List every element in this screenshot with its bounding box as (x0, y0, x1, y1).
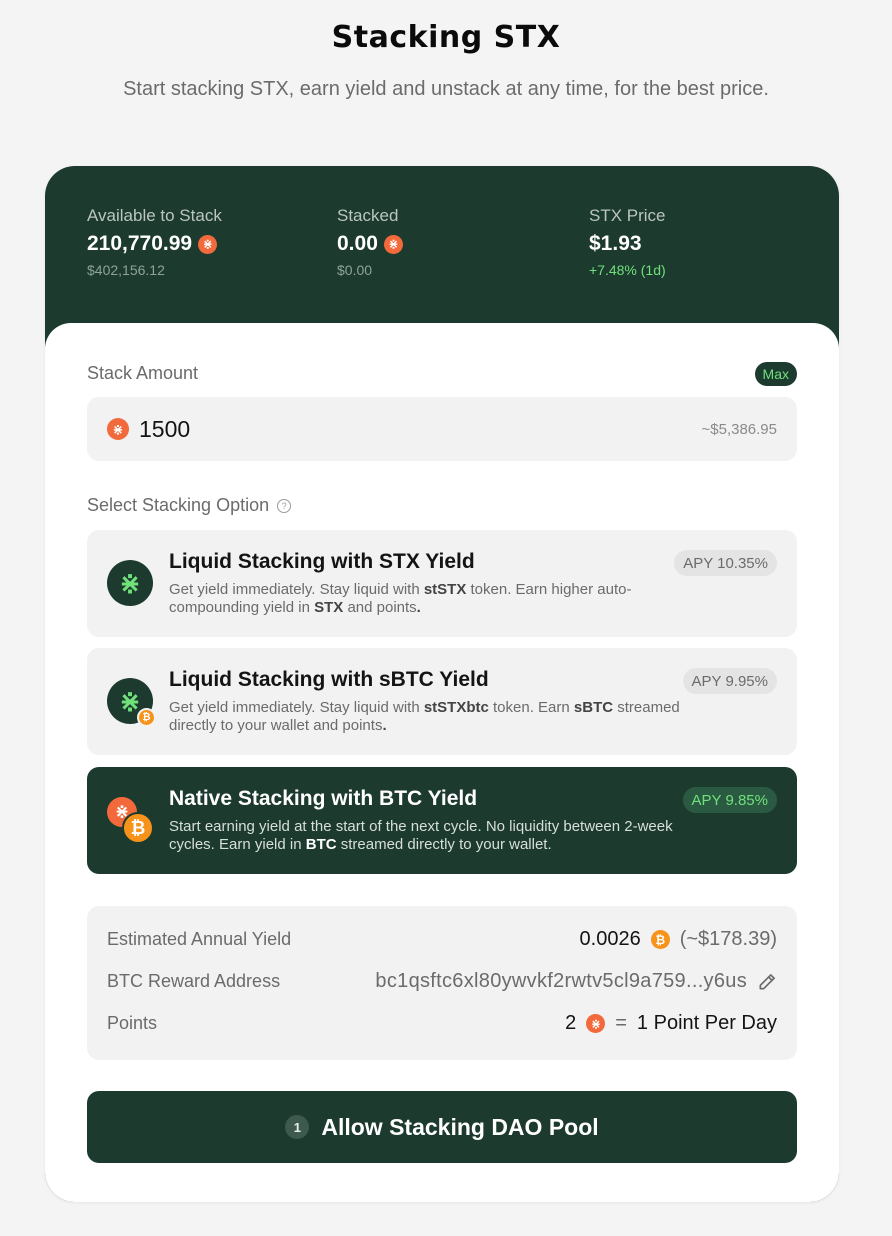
desc-bold: BTC (305, 836, 337, 853)
stat-price: STX Price $1.93 +7.48% (1d) (589, 206, 666, 278)
apy-badge: APY 9.85% (682, 787, 777, 813)
ststxbtc-token-icon: ⋇ ₿ (107, 678, 156, 727)
points-equals: = (615, 1012, 627, 1034)
desc-text: streamed directly to your wallet. (336, 836, 552, 853)
stack-amount-label-text: Stack Amount (87, 363, 199, 383)
stx-price: $1.93 (589, 232, 642, 255)
annual-yield-row: Estimated Annual Yield 0.0026 ₿ (~$178.3… (107, 928, 777, 951)
stacking-summary: Estimated Annual Yield 0.0026 ₿ (~$178.3… (87, 906, 797, 1060)
annual-yield-label: Estimated Annual Yield (107, 929, 292, 949)
desc-text: Get yield immediately. Stay liquid with (169, 699, 424, 716)
allow-stacking-button[interactable]: 1 Allow Stacking DAO Pool (87, 1091, 797, 1163)
points-rate: 1 Point Per Day (636, 1012, 777, 1034)
option-liquid-sbtc[interactable]: ⋇ ₿ Liquid Stacking with sBTC Yield APY … (87, 648, 797, 755)
stack-form: Stack Amount Max ⋇ 1500 ~$5,386.95 Selec… (45, 323, 839, 1202)
allow-stacking-label: Allow Stacking DAO Pool (321, 1113, 599, 1140)
points-value: 2 ⋇ = 1 Point Per Day (565, 1012, 777, 1035)
reward-address-value: bc1qsftc6xl80ywvkf2rwtv5cl9a759...y6us (375, 970, 777, 993)
stack-amount-input[interactable]: ⋇ 1500 ~$5,386.95 (87, 397, 797, 461)
points-amount: 2 (565, 1012, 577, 1034)
stacking-option-label-text: Select Stacking Option (87, 495, 270, 515)
amount-value[interactable]: 1500 (139, 416, 702, 443)
stat-usd: $0.00 (337, 262, 373, 278)
page-subtitle: Start stacking STX, earn yield and unsta… (123, 78, 769, 100)
points-row: Points 2 ⋇ = 1 Point Per Day (107, 1012, 777, 1035)
annual-yield-value: 0.0026 ₿ (~$178.39) (580, 928, 777, 951)
desc-bold: stSTXbtc (423, 699, 489, 716)
stat-label: STX Price (589, 206, 666, 225)
stacking-option-label: Select Stacking Option ? (87, 495, 292, 516)
btc-badge-icon: ₿ (137, 708, 156, 727)
max-button[interactable]: Max (754, 362, 797, 386)
stat-available: Available to Stack 210,770.99 ⋇ $402,156… (87, 206, 222, 278)
stack-amount-label: Stack Amount (87, 363, 198, 384)
stx-coin-icon: ⋇ (586, 1014, 606, 1033)
reward-address-label: BTC Reward Address (107, 971, 281, 991)
option-description: Start earning yield at the start of the … (169, 818, 689, 854)
amount-usd: ~$5,386.95 (701, 420, 778, 438)
stat-usd: $402,156.12 (87, 262, 165, 278)
stx-coin-icon: ⋇ (383, 234, 403, 254)
desc-bold: STX (314, 599, 344, 616)
desc-text: token. Earn (488, 699, 574, 716)
reward-address-row: BTC Reward Address bc1qsftc6xl80ywvkf2rw… (107, 970, 777, 993)
option-title: Liquid Stacking with sBTC Yield (169, 668, 489, 691)
desc-text: Get yield immediately. Stay liquid with (169, 581, 424, 598)
apy-badge: APY 9.95% (682, 668, 777, 694)
stat-value: $1.93 (589, 232, 666, 256)
desc-bold: sBTC (573, 699, 614, 716)
points-label: Points (107, 1013, 158, 1033)
desc-bold: stSTX (423, 581, 467, 598)
page-title: Stacking STX (331, 20, 561, 55)
stat-value: 210,770.99 ⋇ (87, 232, 222, 256)
stx-coin-icon: ⋇ (198, 234, 218, 254)
pencil-icon[interactable] (757, 972, 777, 992)
reward-address-text: bc1qsftc6xl80ywvkf2rwtv5cl9a759...y6us (375, 970, 747, 992)
option-native-btc[interactable]: ⋇ ₿ Native Stacking with BTC Yield APY 9… (87, 767, 797, 874)
stat-value: 0.00 ⋇ (337, 232, 403, 256)
stx-coin-icon: ⋇ (107, 418, 129, 440)
stx-token-icon: ⋇ (107, 560, 153, 606)
desc-text: and points (343, 599, 417, 616)
apy-badge: APY 10.35% (674, 550, 777, 576)
btc-coin-icon: ₿ (650, 930, 670, 949)
option-liquid-stx[interactable]: ⋇ Liquid Stacking with STX Yield APY 10.… (87, 530, 797, 637)
step-number-badge: 1 (285, 1115, 310, 1139)
annual-yield-amount: 0.0026 (579, 928, 641, 950)
help-icon[interactable]: ? (277, 498, 292, 513)
available-amount: 210,770.99 (87, 232, 193, 255)
stat-stacked: Stacked 0.00 ⋇ $0.00 (337, 206, 403, 278)
native-stacking-icon: ⋇ ₿ (107, 797, 157, 847)
btc-coin-icon: ₿ (122, 812, 154, 844)
option-title: Native Stacking with BTC Yield (169, 787, 478, 810)
option-description: Get yield immediately. Stay liquid with … (169, 581, 689, 617)
price-change: +7.48% (1d) (589, 262, 666, 278)
annual-yield-usd: (~$178.39) (679, 928, 777, 950)
option-title: Liquid Stacking with STX Yield (169, 550, 475, 573)
stat-label: Available to Stack (87, 206, 222, 225)
stacking-card: Available to Stack 210,770.99 ⋇ $402,156… (45, 166, 839, 1202)
stat-label: Stacked (337, 206, 399, 225)
desc-bold: . (382, 717, 387, 734)
option-description: Get yield immediately. Stay liquid with … (169, 699, 689, 735)
desc-bold: . (416, 599, 421, 616)
stacked-amount: 0.00 (337, 232, 378, 255)
